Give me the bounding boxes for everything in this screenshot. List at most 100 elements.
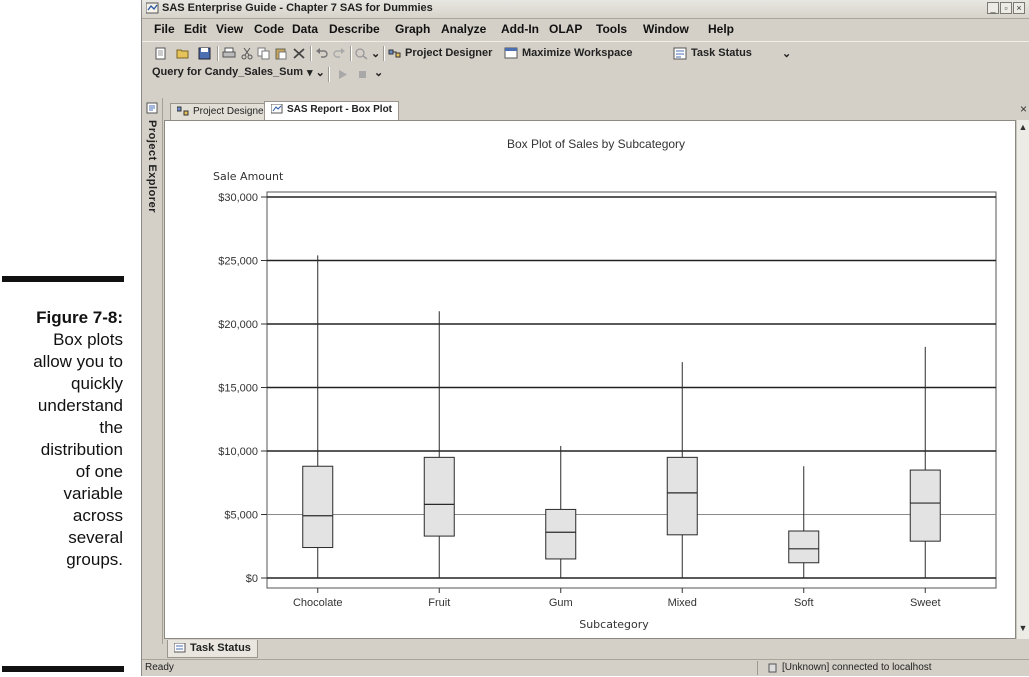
app-window: SAS Enterprise Guide - Chapter 7 SAS for… bbox=[141, 0, 1029, 676]
toolbar-separator bbox=[350, 46, 352, 61]
menu-add-in[interactable]: Add-In bbox=[501, 22, 539, 36]
copy-icon[interactable] bbox=[257, 47, 271, 60]
task-status-tab[interactable]: Task Status bbox=[167, 640, 258, 658]
box bbox=[909, 469, 941, 542]
caption-line: groups. bbox=[66, 550, 123, 569]
x-tick-label: Mixed bbox=[668, 597, 697, 609]
menu-data[interactable]: Data bbox=[292, 22, 318, 36]
sas-report-tab-icon bbox=[271, 104, 283, 114]
title-bar: SAS Enterprise Guide - Chapter 7 SAS for… bbox=[142, 0, 1029, 19]
project-designer-button[interactable]: Project Designer bbox=[405, 47, 492, 59]
sas-app-icon bbox=[146, 2, 159, 14]
tab-sas-report-box-plot[interactable]: SAS Report - Box Plot bbox=[264, 101, 400, 120]
caption-line: the bbox=[99, 418, 123, 437]
main-toolbar: ⌄ Project Designer Maximize Workspace Ta… bbox=[142, 41, 1029, 65]
status-divider bbox=[757, 661, 758, 675]
menu-file[interactable]: File bbox=[154, 22, 175, 36]
redo-icon[interactable] bbox=[332, 47, 346, 60]
task-status-tab-label: Task Status bbox=[190, 642, 251, 654]
menu-analyze[interactable]: Analyze bbox=[441, 22, 486, 36]
menu-describe[interactable]: Describe bbox=[329, 22, 380, 36]
project-designer-tab-icon bbox=[177, 106, 189, 116]
run-icon[interactable] bbox=[336, 68, 350, 81]
window-title: SAS Enterprise Guide - Chapter 7 SAS for… bbox=[162, 2, 433, 14]
project-explorer-label[interactable]: Project Explorer bbox=[146, 120, 158, 213]
document-tabs: Project Designer SAS Report - Box Plot × bbox=[164, 100, 1029, 120]
maximize-workspace-icon bbox=[504, 47, 518, 59]
menu-view[interactable]: View bbox=[216, 22, 243, 36]
y-tick-label: $30,000 bbox=[218, 192, 258, 204]
new-item-icon[interactable] bbox=[154, 47, 168, 60]
y-tick-label: $25,000 bbox=[218, 256, 258, 268]
toolbar-separator bbox=[217, 46, 219, 61]
toolbar-separator bbox=[310, 46, 312, 61]
menu-help[interactable]: Help bbox=[708, 22, 734, 36]
caption-line: quickly bbox=[71, 374, 123, 393]
find-icon[interactable] bbox=[354, 47, 368, 60]
scroll-down-arrow[interactable]: ▼ bbox=[1018, 623, 1028, 635]
x-tick-label: Sweet bbox=[910, 597, 941, 609]
stop-icon[interactable] bbox=[356, 68, 370, 81]
caption-bar-bottom bbox=[2, 666, 124, 672]
caption-line: several bbox=[68, 528, 123, 547]
menu-olap[interactable]: OLAP bbox=[549, 22, 582, 36]
x-tick-label: Fruit bbox=[428, 597, 450, 609]
tab-project-designer[interactable]: Project Designer bbox=[170, 103, 274, 120]
paste-icon[interactable] bbox=[274, 47, 288, 60]
minimize-button[interactable]: _ bbox=[987, 2, 999, 14]
y-tick-label: $15,000 bbox=[218, 383, 258, 395]
project-explorer-icon bbox=[146, 102, 158, 114]
chart-title: Box Plot of Sales by Subcategory bbox=[507, 137, 685, 151]
menu-graph[interactable]: Graph bbox=[395, 22, 430, 36]
cut-icon[interactable] bbox=[240, 47, 254, 60]
save-icon[interactable] bbox=[198, 47, 212, 60]
project-designer-icon bbox=[388, 49, 401, 58]
task-status-tab-icon bbox=[173, 642, 186, 653]
print-icon[interactable] bbox=[222, 47, 236, 60]
query-overflow-chevron[interactable]: ⌄ bbox=[374, 66, 383, 79]
caption-line: of one bbox=[75, 462, 123, 481]
maximize-workspace-button[interactable]: Maximize Workspace bbox=[522, 47, 632, 59]
toolbar-dropdown-chevron[interactable]: ⌄ bbox=[371, 47, 380, 60]
toolbar-separator bbox=[328, 67, 330, 82]
close-tab-icon[interactable]: × bbox=[1020, 102, 1027, 116]
toolbar-overflow-chevron[interactable]: ⌄ bbox=[782, 47, 791, 60]
delete-icon[interactable] bbox=[292, 47, 306, 60]
connection-status: [Unknown] connected to localhost bbox=[782, 662, 932, 673]
restore-button[interactable]: ▫ bbox=[1000, 2, 1012, 14]
caption-bar-top bbox=[2, 276, 124, 282]
menu-window[interactable]: Window bbox=[643, 22, 689, 36]
close-button[interactable]: × bbox=[1013, 2, 1025, 14]
task-status-icon bbox=[673, 47, 687, 60]
y-tick-label: $10,000 bbox=[218, 446, 258, 458]
vertical-scrollbar[interactable]: ▲ ▼ bbox=[1016, 120, 1029, 639]
caption-line: Box plots bbox=[53, 330, 123, 349]
y-tick-label: $5,000 bbox=[224, 510, 258, 522]
box bbox=[666, 456, 698, 536]
toolbar-separator bbox=[383, 46, 385, 61]
task-status-button[interactable]: Task Status bbox=[691, 47, 752, 59]
caption-line: variable bbox=[63, 484, 123, 503]
box bbox=[545, 508, 577, 560]
report-content: Box Plot of Sales by Subcategory Sale Am… bbox=[164, 120, 1016, 639]
menu-code[interactable]: Code bbox=[254, 22, 284, 36]
project-explorer-strip[interactable]: Project Explorer bbox=[142, 98, 163, 644]
x-tick-label: Gum bbox=[549, 597, 573, 609]
y-tick-label: $0 bbox=[246, 573, 258, 585]
x-axis-label: Subcategory bbox=[579, 618, 649, 631]
box bbox=[788, 530, 820, 564]
menu-edit[interactable]: Edit bbox=[184, 22, 207, 36]
open-icon[interactable] bbox=[176, 47, 190, 60]
menu-tools[interactable]: Tools bbox=[596, 22, 627, 36]
status-text: Ready bbox=[145, 662, 174, 673]
figure-label: Figure 7-8: bbox=[36, 308, 123, 327]
chart-plot-area: $0 $5,000 $10,000 $15,000 $20,000 $25,000 $30,… bbox=[218, 191, 997, 609]
query-dropdown-chevron[interactable]: ▾ ⌄ bbox=[307, 66, 325, 79]
figure-caption: Figure 7-8: Box plots allow you to quick… bbox=[0, 307, 123, 571]
y-tick-label: $20,000 bbox=[218, 319, 258, 331]
scroll-up-arrow[interactable]: ▲ bbox=[1018, 122, 1028, 134]
caption-line: across bbox=[72, 506, 123, 525]
query-selector[interactable]: Query for Candy_Sales_Sum bbox=[152, 66, 303, 78]
x-tick-label: Chocolate bbox=[293, 597, 343, 609]
undo-icon[interactable] bbox=[315, 47, 329, 60]
